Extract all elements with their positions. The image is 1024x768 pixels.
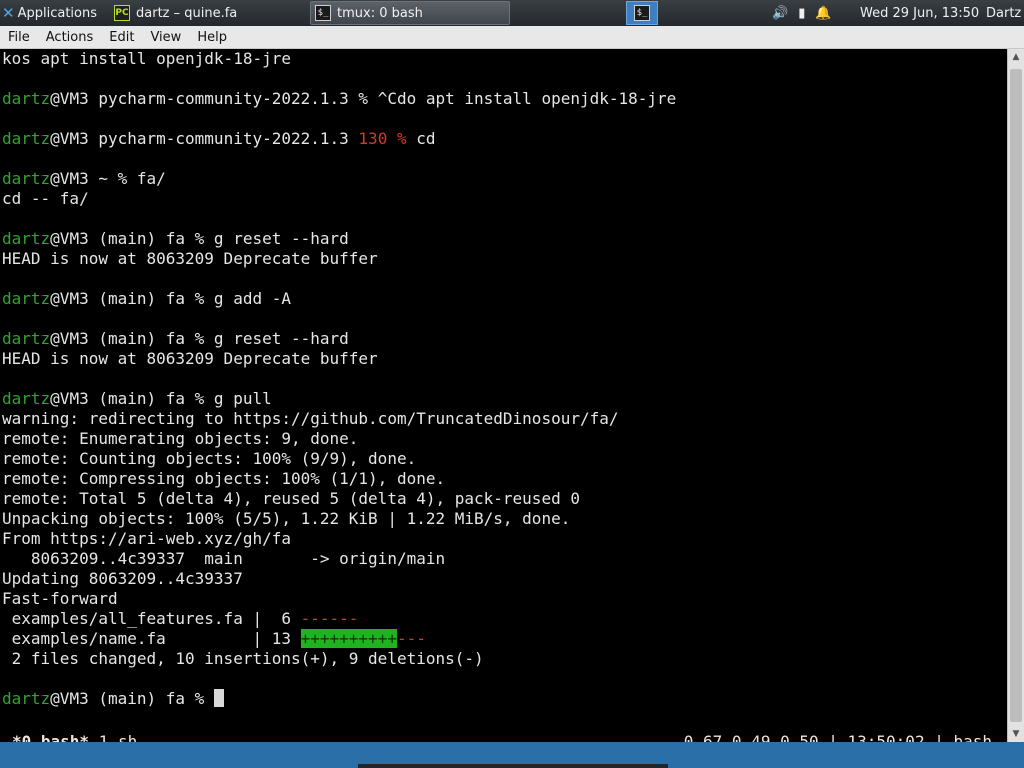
terminal-line: From https://ari-web.xyz/gh/fa: [2, 529, 291, 548]
prompt-user: dartz: [2, 329, 51, 348]
prompt-command: @VM3 (main) fa % g pull: [50, 389, 272, 408]
terminal-line: Unpacking objects: 100% (5/5), 1.22 KiB …: [2, 509, 571, 528]
diffstat-file: examples/all_features.fa | 6: [2, 609, 301, 628]
tmux-status-right: 0.67 0.49 0.50 | 13:50:02 | bash: [683, 732, 992, 742]
applications-label: Applications: [17, 5, 97, 21]
volume-icon[interactable]: 🔊: [772, 6, 788, 21]
prompt-command: @VM3 ~ % fa/: [50, 169, 166, 188]
diffstat-line: examples/name.fa | 13 ++++++++++---: [0, 629, 1007, 649]
tmux-window-other[interactable]: 1 sh: [89, 732, 138, 742]
scrollbar-thumb[interactable]: [1010, 69, 1022, 722]
workspace-switcher[interactable]: $_: [626, 1, 658, 25]
applications-menu[interactable]: ✕ Applications: [2, 0, 108, 26]
prompt-command: @VM3 (main) fa % g add -A: [50, 289, 291, 308]
prompt-line: dartz@VM3 (main) fa % g reset --hard: [0, 329, 1007, 349]
terminal-window: File Actions Edit View Help kos apt inst…: [0, 26, 1024, 742]
terminal-line: remote: Total 5 (delta 4), reused 5 (del…: [2, 489, 580, 508]
prompt-line: dartz@VM3 pycharm-community-2022.1.3 130…: [0, 129, 1007, 149]
prompt-command: @VM3 (main) fa % g reset --hard: [50, 329, 349, 348]
task-label: tmux: 0 bash: [337, 5, 423, 21]
prompt-user: dartz: [2, 129, 51, 148]
prompt-line: dartz@VM3 (main) fa % g reset --hard: [0, 229, 1007, 249]
menu-file[interactable]: File: [0, 30, 38, 45]
prompt-user: dartz: [2, 89, 51, 108]
prompt-line: dartz@VM3 (main) fa % g pull: [0, 389, 1007, 409]
terminal-line: cd -- fa/: [2, 189, 89, 208]
task-tmux[interactable]: $_ tmux: 0 bash: [310, 1, 510, 25]
terminal-line: HEAD is now at 8063209 Deprecate buffer: [2, 249, 378, 268]
pycharm-icon: PC: [114, 5, 130, 21]
exit-code: 130 %: [358, 129, 407, 148]
task-label: dartz – quine.fa: [136, 5, 238, 21]
tmux-status-bar: *0 bash* 1 sh 0.67 0.49 0.50 | 13:50:02 …: [0, 732, 1007, 742]
terminal-line: warning: redirecting to https://github.c…: [2, 409, 619, 428]
battery-icon[interactable]: ▮: [798, 6, 805, 21]
top-panel: ✕ Applications PC dartz – quine.fa $_ tm…: [0, 0, 1024, 26]
text-cursor: [213, 689, 224, 707]
terminal-line: kos apt install openjdk-18-jre: [2, 49, 291, 68]
menu-edit[interactable]: Edit: [101, 30, 142, 45]
prompt-line: dartz@VM3 (main) fa %: [0, 689, 1007, 709]
terminal-icon: $_: [634, 5, 650, 21]
menu-help[interactable]: Help: [189, 30, 235, 45]
diffstat-deletions: ------: [300, 609, 359, 628]
prompt-line: dartz@VM3 pycharm-community-2022.1.3 % ^…: [0, 89, 1007, 109]
prompt-user: dartz: [2, 229, 51, 248]
prompt-command: @VM3 (main) fa %: [50, 689, 214, 708]
tmux-window-list[interactable]: *0 bash* 1 sh: [12, 732, 137, 742]
system-tray: 🔊 ▮ 🔔: [772, 0, 852, 26]
prompt-command: @VM3 pycharm-community-2022.1.3 % ^Cdo a…: [50, 89, 677, 108]
terminal-line: HEAD is now at 8063209 Deprecate buffer: [2, 349, 378, 368]
diffstat-file: examples/name.fa | 13: [2, 629, 301, 648]
bottom-dock: [358, 764, 668, 768]
terminal-line: remote: Enumerating objects: 9, done.: [2, 429, 359, 448]
prompt-user: dartz: [2, 689, 51, 708]
clock[interactable]: Wed 29 Jun, 13:50: [860, 0, 980, 26]
diffstat-line: examples/all_features.fa | 6 ------: [0, 609, 1007, 629]
terminal-icon: $_: [315, 5, 331, 21]
menu-actions[interactable]: Actions: [38, 30, 102, 45]
terminal-line: Updating 8063209..4c39337: [2, 569, 243, 588]
terminal-line: remote: Compressing objects: 100% (1/1),…: [2, 469, 446, 488]
diffstat-deletions: ---: [396, 629, 426, 648]
prompt-user: dartz: [2, 389, 51, 408]
prompt-line: dartz@VM3 ~ % fa/: [0, 169, 1007, 189]
terminal-line: Fast-forward: [2, 589, 118, 608]
menu-view[interactable]: View: [142, 30, 189, 45]
terminal-line: remote: Counting objects: 100% (9/9), do…: [2, 449, 417, 468]
terminal-line: 8063209..4c39337 main -> origin/main: [2, 549, 446, 568]
menu-bar: File Actions Edit View Help: [0, 26, 1024, 49]
notification-bell-icon[interactable]: 🔔: [815, 6, 831, 21]
prompt-command: @VM3 (main) fa % g reset --hard: [50, 229, 349, 248]
task-pycharm[interactable]: PC dartz – quine.fa: [110, 1, 306, 25]
prompt-host: @VM3 pycharm-community-2022.1.3: [50, 129, 359, 148]
terminal-line: 2 files changed, 10 insertions(+), 9 del…: [2, 649, 484, 668]
scroll-up-icon[interactable]: ▲: [1008, 49, 1024, 65]
prompt-line: dartz@VM3 (main) fa % g add -A: [0, 289, 1007, 309]
prompt-user: dartz: [2, 289, 51, 308]
diffstat-insertions: ++++++++++: [300, 629, 397, 648]
xfce-logo-icon: ✕: [2, 4, 15, 22]
terminal-output[interactable]: kos apt install openjdk-18-jre dartz@VM3…: [0, 49, 1007, 742]
tmux-current-window[interactable]: *0 bash*: [12, 732, 89, 742]
prompt-user: dartz: [2, 169, 51, 188]
vertical-scrollbar[interactable]: ▲ ▼: [1007, 49, 1024, 742]
prompt-command: cd: [406, 129, 436, 148]
scroll-down-icon[interactable]: ▼: [1008, 726, 1024, 742]
user-menu[interactable]: Dartz: [986, 0, 1024, 26]
